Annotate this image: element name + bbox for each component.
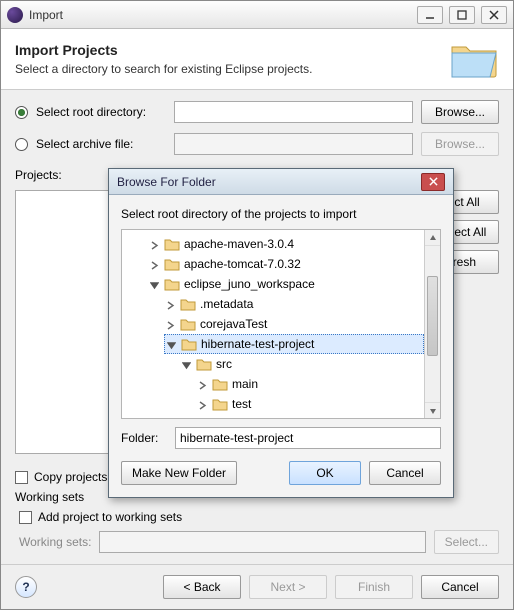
tree-node[interactable]: apache-tomcat-7.0.32 <box>148 254 424 274</box>
banner-folder-icon <box>449 39 499 79</box>
tree-node[interactable]: .metadata <box>164 294 424 314</box>
select-archive-label: Select archive file: <box>36 137 166 151</box>
scroll-down-button[interactable] <box>425 402 440 418</box>
folder-tree[interactable]: apache-maven-3.0.4 apache-tomcat-7.0.32 <box>121 229 441 419</box>
expand-icon[interactable] <box>150 239 160 249</box>
collapse-icon[interactable] <box>150 279 160 289</box>
working-sets-label: Working sets: <box>19 535 91 549</box>
tree-node-label: hibernate-test-project <box>201 337 314 351</box>
folder-icon <box>180 297 196 311</box>
folder-icon <box>164 257 180 271</box>
add-working-sets-option[interactable]: Add project to working sets <box>15 510 499 524</box>
finish-button: Finish <box>335 575 413 599</box>
archive-browse-button: Browse... <box>421 132 499 156</box>
dialog-title: Browse For Folder <box>117 175 421 189</box>
scroll-track[interactable] <box>425 246 440 402</box>
select-root-dir-label: Select root directory: <box>36 105 166 119</box>
folder-label: Folder: <box>121 431 165 445</box>
tree-node[interactable]: main <box>196 374 424 394</box>
tree-node[interactable]: apache-maven-3.0.4 <box>148 234 424 254</box>
folder-icon <box>181 337 197 351</box>
wizard-banner: Import Projects Select a directory to se… <box>1 29 513 90</box>
expand-icon[interactable] <box>166 299 176 309</box>
tree-node[interactable]: eclipse_juno_workspace <box>148 274 424 294</box>
folder-icon <box>180 317 196 331</box>
tree-node-label: main <box>232 377 258 391</box>
copy-projects-checkbox[interactable] <box>15 471 28 484</box>
tree-node-selected[interactable]: hibernate-test-project <box>164 334 424 354</box>
next-button: Next > <box>249 575 327 599</box>
tree-node-label: test <box>232 397 251 411</box>
working-sets-select-button: Select... <box>434 530 499 554</box>
folder-icon <box>212 377 228 391</box>
tree-node-label: apache-maven-3.0.4 <box>184 237 294 251</box>
scroll-up-button[interactable] <box>425 230 440 246</box>
select-archive-radio[interactable] <box>15 138 28 151</box>
help-button[interactable]: ? <box>15 576 37 598</box>
maximize-button[interactable] <box>449 6 475 24</box>
banner-heading: Import Projects <box>15 42 312 58</box>
banner-subtext: Select a directory to search for existin… <box>15 62 312 76</box>
tree-node[interactable]: corejavaTest <box>164 314 424 334</box>
working-sets-input <box>99 531 425 553</box>
expand-icon[interactable] <box>150 259 160 269</box>
minimize-button[interactable] <box>417 6 443 24</box>
add-working-sets-label: Add project to working sets <box>38 510 182 524</box>
collapse-icon[interactable] <box>167 339 177 349</box>
wizard-button-bar: ? < Back Next > Finish Cancel <box>1 564 513 609</box>
expand-icon[interactable] <box>166 319 176 329</box>
folder-icon <box>196 357 212 371</box>
folder-icon <box>212 397 228 411</box>
folder-icon <box>164 237 180 251</box>
make-new-folder-button[interactable]: Make New Folder <box>121 461 237 485</box>
tree-node[interactable]: src <box>180 354 424 374</box>
expand-icon[interactable] <box>198 379 208 389</box>
folder-input[interactable] <box>175 427 441 449</box>
dialog-instruction: Select root directory of the projects to… <box>121 207 441 221</box>
tree-node-label: .metadata <box>200 297 253 311</box>
dialog-close-button[interactable] <box>421 173 445 191</box>
tree-node-label: corejavaTest <box>200 317 267 331</box>
browse-folder-dialog: Browse For Folder Select root directory … <box>108 168 454 498</box>
add-working-sets-checkbox[interactable] <box>19 511 32 524</box>
import-titlebar: Import <box>1 1 513 29</box>
root-dir-input[interactable] <box>174 101 413 123</box>
tree-node-label: apache-tomcat-7.0.32 <box>184 257 301 271</box>
window-title: Import <box>29 8 411 22</box>
eclipse-icon <box>7 7 23 23</box>
archive-input <box>174 133 413 155</box>
back-button[interactable]: < Back <box>163 575 241 599</box>
collapse-icon[interactable] <box>182 359 192 369</box>
folder-icon <box>164 277 180 291</box>
dialog-titlebar: Browse For Folder <box>109 169 453 195</box>
tree-scrollbar[interactable] <box>424 230 440 418</box>
close-button[interactable] <box>481 6 507 24</box>
scroll-thumb[interactable] <box>427 276 438 356</box>
tree-node-label: src <box>216 357 232 371</box>
tree-node[interactable]: test <box>196 394 424 414</box>
dialog-cancel-button[interactable]: Cancel <box>369 461 441 485</box>
root-browse-button[interactable]: Browse... <box>421 100 499 124</box>
expand-icon[interactable] <box>198 399 208 409</box>
tree-node-label: eclipse_juno_workspace <box>184 277 315 291</box>
select-root-dir-radio[interactable] <box>15 106 28 119</box>
cancel-button[interactable]: Cancel <box>421 575 499 599</box>
ok-button[interactable]: OK <box>289 461 361 485</box>
